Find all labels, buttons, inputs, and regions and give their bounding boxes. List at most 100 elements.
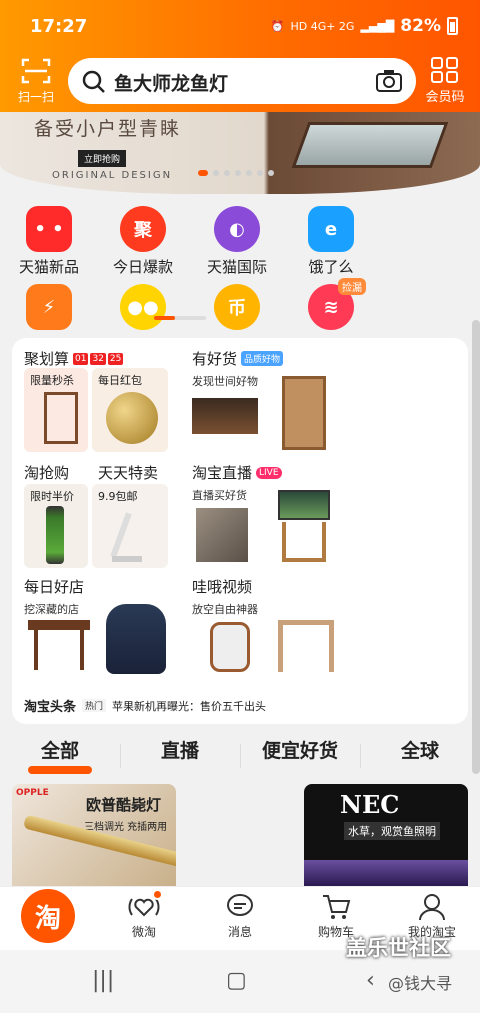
section-video[interactable]: 哇哦视频 放空自由神器 <box>192 576 258 617</box>
product-label: 限量秒杀 <box>30 374 74 387</box>
section-title: 淘抢购 <box>24 464 70 482</box>
bolt-icon: ⚡ <box>26 284 72 330</box>
search-input[interactable]: 鱼大师龙鱼灯 <box>114 69 228 96</box>
grid-scroll-fill <box>154 316 175 320</box>
grid-item-label: 今日爆款 <box>112 258 173 276</box>
product-image[interactable] <box>272 614 342 678</box>
section-youhaohuo[interactable]: 有好货 品质好物 发现世间好物 <box>192 348 284 389</box>
chick-icon: ●● <box>120 284 166 330</box>
product-image[interactable] <box>192 504 256 564</box>
timer-hours: 01 <box>73 352 89 365</box>
taobao-headlines[interactable]: 淘宝头条 热门 苹果新机再曝光：售价五千出头 <box>24 696 266 715</box>
tmall-cat-icon: • • <box>26 206 72 252</box>
tab-underline <box>388 766 452 774</box>
grid-item-row2-1[interactable]: ⚡ <box>4 284 94 334</box>
banner-buy-button[interactable]: 立即抢购 <box>78 150 127 167</box>
channel-card: 聚划算 01 32 25 限量秒杀 每日红包 有好货 品质好物 发现世间好物 淘抢购 … <box>12 338 468 724</box>
back-icon[interactable]: ‹ <box>366 968 375 993</box>
tab-label: 全球 <box>400 740 439 762</box>
grid-item-row2-4[interactable]: ≋ 捡漏 <box>286 278 376 334</box>
quality-tag: 品质好物 <box>241 351 284 366</box>
grid-icon <box>431 57 458 83</box>
message-icon <box>227 894 253 916</box>
feed-title: 欧普酷毙灯 <box>86 796 162 814</box>
member-code-button[interactable]: 会员码 <box>418 56 472 105</box>
tab-global[interactable]: 全球 <box>360 732 480 776</box>
feed-card-nec[interactable]: NEC 水草，观赏鱼照明 <box>304 784 468 886</box>
product-image <box>304 860 468 886</box>
scan-icon <box>21 58 51 84</box>
nav-home[interactable]: 淘 <box>0 887 96 950</box>
pager-dot <box>224 170 230 176</box>
grid-item-label: 饿了么 <box>308 258 354 276</box>
product-image <box>44 392 78 444</box>
feed-tabs: 全部 直播 便宜好货 全球 <box>0 732 480 776</box>
product-image <box>106 392 158 444</box>
status-icons: ⏰ HD 4G+ 2G ▂▄▆█ 82% <box>271 16 458 36</box>
camera-icon[interactable] <box>376 69 402 93</box>
banner-design-text: ORIGINAL DESIGN <box>52 170 173 181</box>
battery-percent: 82% <box>400 16 441 36</box>
section-juhuasuan[interactable]: 聚划算 01 32 25 <box>24 348 124 369</box>
nav-messages[interactable]: 消息 <box>192 887 288 950</box>
product-image[interactable] <box>102 600 170 678</box>
product-image <box>278 620 334 672</box>
grid-scroll-indicator <box>154 316 206 320</box>
product-image[interactable] <box>276 372 330 452</box>
pager-dot <box>257 170 263 176</box>
recent-apps-icon[interactable]: ||| <box>92 968 114 993</box>
section-zhibo[interactable]: 淘宝直播 LIVE 直播买好货 <box>192 462 282 503</box>
scrollbar[interactable] <box>472 320 480 774</box>
grid-item-tmall-new[interactable]: • • 天猫新品 <box>4 206 94 277</box>
product-9-9[interactable]: 9.9包邮 <box>92 484 168 568</box>
tab-all[interactable]: 全部 <box>0 732 120 776</box>
scan-button[interactable]: 扫一扫 <box>12 56 60 105</box>
search-bar[interactable]: 鱼大师龙鱼灯 <box>68 58 416 104</box>
feed-card-opple[interactable]: OPPLE 欧普酷毙灯 三档调光 充插两用 <box>12 784 176 886</box>
section-meiri[interactable]: 每日好店 挖深藏的店 <box>24 576 84 617</box>
status-bar: 17:27 ⏰ HD 4G+ 2G ▂▄▆█ 82% <box>0 0 480 52</box>
product-image[interactable] <box>188 384 268 452</box>
headline-text: 苹果新机再曝光：售价五千出头 <box>112 699 267 713</box>
section-title: 每日好店 <box>24 578 85 596</box>
grid-item-eleme[interactable]: e 饿了么 <box>286 206 376 277</box>
product-image[interactable] <box>194 616 264 680</box>
grid-item-tmall-global[interactable]: ◐ 天猫国际 <box>192 206 282 277</box>
notification-dot <box>152 889 163 900</box>
pager-dot <box>213 170 219 176</box>
watermark: 盖乐世社区 <box>346 936 451 960</box>
brand-logo: NEC <box>340 790 400 819</box>
product-image <box>110 512 132 558</box>
section-tiantian[interactable]: 天天特卖 <box>98 462 158 483</box>
pager-dot <box>246 170 252 176</box>
signal-icon: ▂▄▆█ <box>360 19 395 33</box>
product-image <box>106 604 166 674</box>
product-half-price[interactable]: 限时半价 <box>24 484 88 568</box>
section-taoqianggou[interactable]: 淘抢购 <box>24 462 69 483</box>
tab-label: 便宜好货 <box>261 740 338 762</box>
product-image <box>192 398 258 434</box>
hot-tag: 热门 <box>82 699 107 712</box>
banner-slogan: 备受小户型青睐 <box>34 118 182 140</box>
product-image <box>282 376 326 450</box>
tab-live[interactable]: 直播 <box>120 732 240 776</box>
promo-banner[interactable]: 备受小户型青睐 立即抢购 ORIGINAL DESIGN <box>0 112 480 194</box>
alarm-icon: ⏰ <box>270 19 285 33</box>
eleme-icon: e <box>308 206 354 252</box>
pager-dot <box>235 170 241 176</box>
feed-subtitle: 水草，观赏鱼照明 <box>344 822 440 840</box>
product-daily-redpacket[interactable]: 每日红包 <box>92 368 168 452</box>
grid-item-daily-hot[interactable]: 聚 今日爆款 <box>98 206 188 277</box>
section-title: 聚划算 <box>24 350 70 368</box>
product-flash-sale[interactable]: 限量秒杀 <box>24 368 88 452</box>
nav-weitao[interactable]: 微淘 <box>96 887 192 950</box>
taobao-home-icon: 淘 <box>21 889 75 943</box>
tab-cheap[interactable]: 便宜好货 <box>240 732 360 776</box>
grid-item-row2-3[interactable]: 币 <box>192 284 282 334</box>
grid-item-row2-2[interactable]: ●● <box>98 284 188 334</box>
product-image[interactable] <box>24 616 94 676</box>
product-image[interactable] <box>274 488 334 566</box>
battery-icon <box>447 17 458 35</box>
home-button-icon[interactable]: ▢ <box>226 968 247 993</box>
network-indicator: HD 4G+ 2G <box>290 19 355 33</box>
